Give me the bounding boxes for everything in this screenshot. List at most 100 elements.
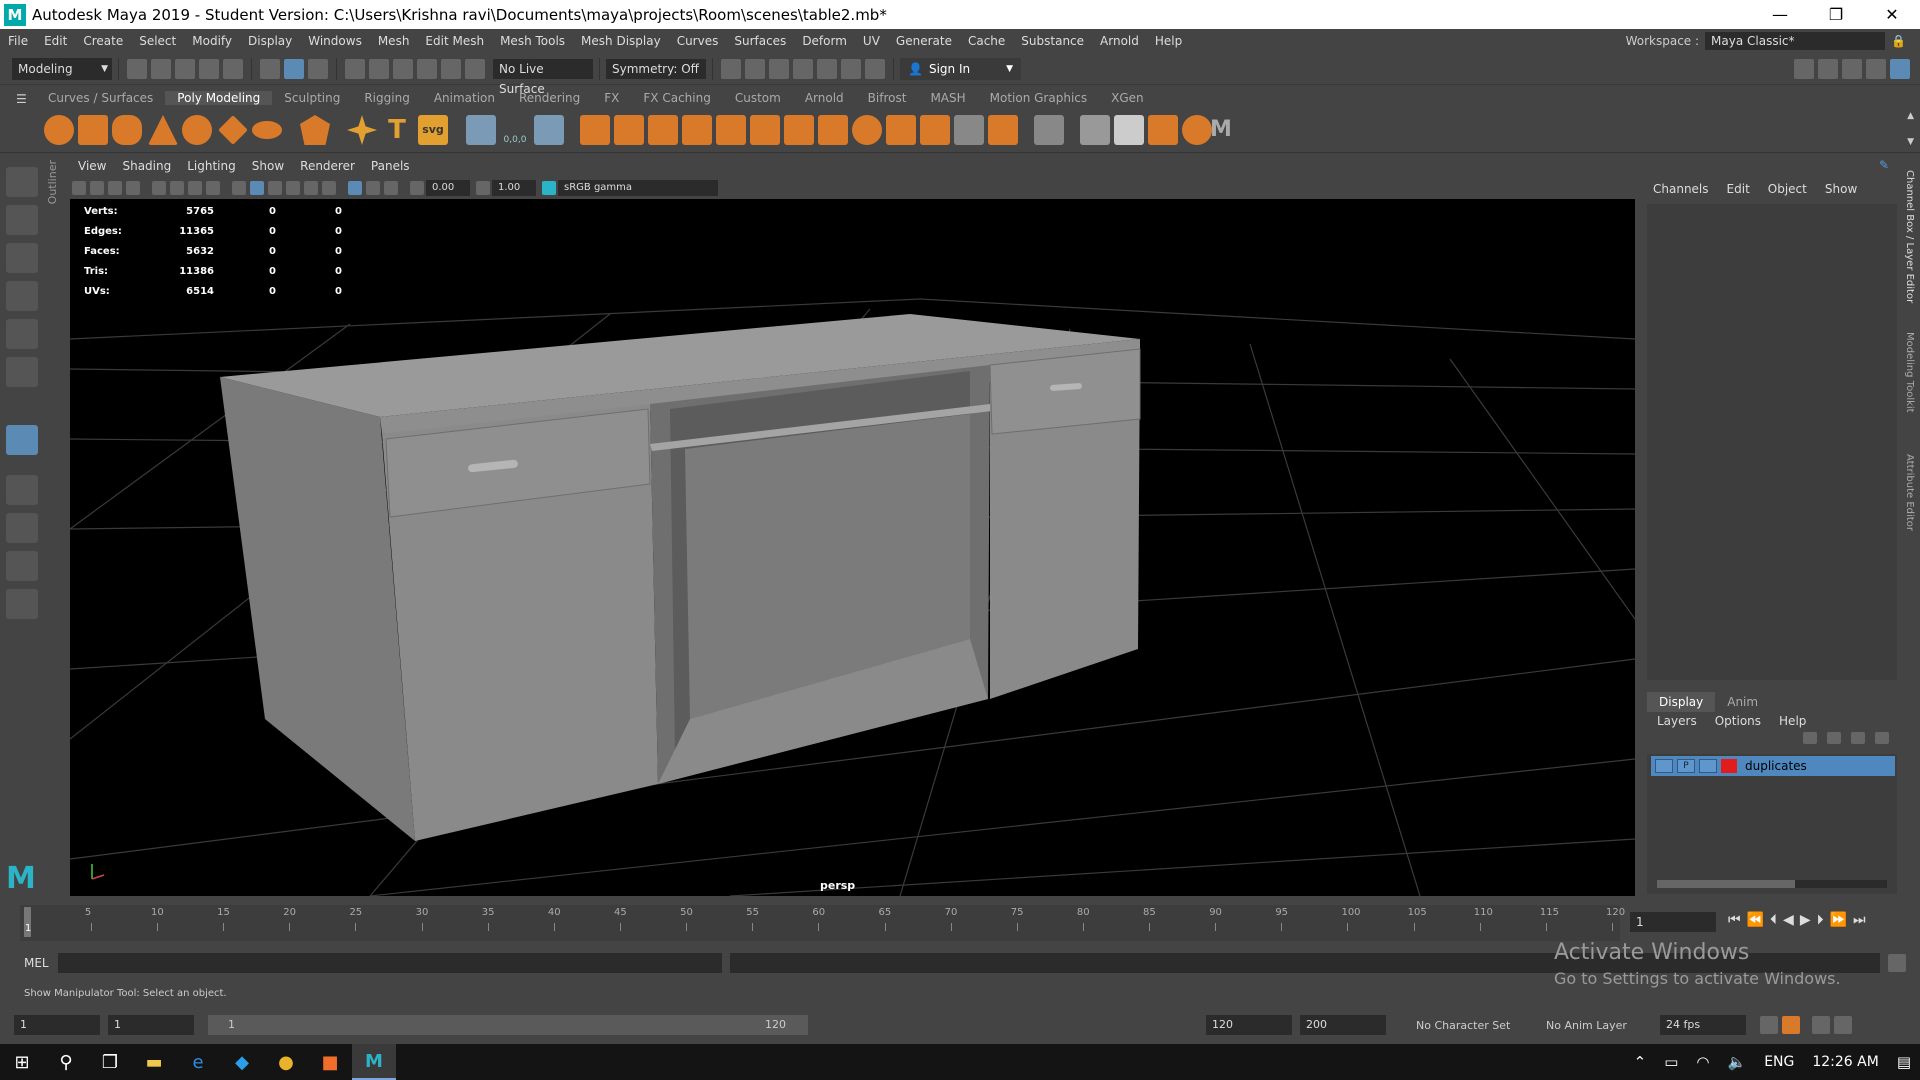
super-shape-icon[interactable]: [347, 115, 377, 145]
poly-sphere-icon[interactable]: [44, 115, 74, 145]
file-explorer-icon[interactable]: ▬: [132, 1044, 176, 1080]
layer-horizontal-scrollbar[interactable]: [1657, 880, 1887, 888]
lock-icon[interactable]: 🔒: [1891, 34, 1906, 48]
channel-box-area[interactable]: [1647, 204, 1897, 680]
object-menu[interactable]: Object: [1768, 182, 1807, 196]
layer-visibility-toggle[interactable]: [1655, 759, 1673, 773]
loop-icon[interactable]: [1760, 1016, 1778, 1034]
smooth-shade-icon[interactable]: [250, 181, 264, 195]
xray-icon[interactable]: [366, 181, 380, 195]
viewport-menu-show[interactable]: Show: [244, 159, 292, 177]
menu-mesh-display[interactable]: Mesh Display: [573, 34, 669, 48]
panel-pin-icon[interactable]: ✎: [1879, 158, 1889, 172]
merge-icon[interactable]: [818, 115, 848, 145]
select-hierarchy-icon[interactable]: [260, 58, 280, 79]
move-layer-up-icon[interactable]: [1803, 732, 1817, 744]
viewport-menu-lighting[interactable]: Lighting: [179, 159, 244, 177]
xray-joints-icon[interactable]: [384, 181, 398, 195]
language-indicator[interactable]: ENG: [1755, 1054, 1803, 1070]
battery-icon[interactable]: ▭: [1655, 1053, 1687, 1071]
menu-display[interactable]: Display: [240, 34, 300, 48]
new-layer-icon[interactable]: [1851, 732, 1865, 744]
menu-select[interactable]: Select: [131, 34, 184, 48]
snap-surface-icon[interactable]: [441, 58, 461, 79]
exposure-field[interactable]: 0.00: [426, 180, 470, 196]
snap-curve-icon[interactable]: [369, 58, 389, 79]
shelf-tab-animation[interactable]: Animation: [422, 91, 507, 105]
shelf-scroll-down-icon[interactable]: ▼: [1907, 137, 1914, 147]
gamma-icon[interactable]: [476, 181, 490, 195]
lasso-tool-icon[interactable]: [6, 205, 38, 235]
shelf-tab-mash[interactable]: MASH: [918, 91, 977, 105]
script-editor-icon[interactable]: [1888, 954, 1906, 972]
menu-set-dropdown[interactable]: Modeling: [12, 57, 112, 80]
layer-editor-icon[interactable]: [1890, 59, 1910, 79]
minimize-button[interactable]: —: [1752, 0, 1808, 29]
paint-select-tool-icon[interactable]: [6, 243, 38, 273]
scale-tool-icon[interactable]: [6, 357, 38, 387]
insert-edge-loop-icon[interactable]: [886, 115, 916, 145]
quad-draw-icon[interactable]: [988, 115, 1018, 145]
exposure-icon[interactable]: [410, 181, 424, 195]
tab-display[interactable]: Display: [1647, 692, 1716, 712]
help-menu[interactable]: Help: [1779, 714, 1806, 728]
attribute-editor-icon[interactable]: [1818, 59, 1838, 79]
options-menu[interactable]: Options: [1715, 714, 1761, 728]
ipr-render-icon[interactable]: [769, 58, 789, 79]
pause-icon[interactable]: [865, 58, 885, 79]
range-slider[interactable]: 1 120: [208, 1015, 808, 1035]
fps-dropdown[interactable]: 24 fps: [1660, 1015, 1746, 1035]
automatic-map-icon[interactable]: [1148, 115, 1178, 145]
layers-menu[interactable]: Layers: [1657, 714, 1697, 728]
tool-settings-icon[interactable]: [1842, 59, 1862, 79]
maya-m-icon[interactable]: M: [1206, 115, 1236, 145]
poly-cone-icon[interactable]: [148, 115, 178, 145]
shelf-tab-arnold[interactable]: Arnold: [793, 91, 856, 105]
move-tool-icon[interactable]: [6, 281, 38, 311]
offset-edge-loop-icon[interactable]: [920, 115, 950, 145]
ambient-occlusion-icon[interactable]: [322, 181, 336, 195]
move-layer-down-icon[interactable]: [1827, 732, 1841, 744]
time-slider[interactable]: 1 5 10 15 20 25 30 35 40 45 50 55 60 65 70 75 80 85 90 95 1…: [20, 905, 1625, 941]
modeling-toolkit-icon[interactable]: [1794, 59, 1814, 79]
maya-taskbar-icon[interactable]: M: [352, 1044, 396, 1080]
viewport-menu-view[interactable]: View: [70, 159, 114, 177]
shelf-tab-bifrost[interactable]: Bifrost: [856, 91, 919, 105]
color-management-icon[interactable]: [542, 181, 556, 195]
shadows-icon[interactable]: [304, 181, 318, 195]
use-all-lights-icon[interactable]: [286, 181, 300, 195]
new-scene-icon[interactable]: [127, 58, 147, 79]
extract-icon[interactable]: [784, 115, 814, 145]
layer-row[interactable]: P duplicates: [1651, 756, 1895, 776]
target-weld-icon[interactable]: [954, 115, 984, 145]
fill-hole-icon[interactable]: [716, 115, 746, 145]
notifications-icon[interactable]: ▤: [1888, 1053, 1920, 1071]
shelf-tab-rigging[interactable]: Rigging: [352, 91, 421, 105]
animation-end-field[interactable]: 200: [1300, 1015, 1386, 1035]
save-scene-icon[interactable]: [175, 58, 195, 79]
shelf-tab-poly-modeling[interactable]: Poly Modeling: [165, 91, 273, 105]
new-layer-selected-icon[interactable]: [1875, 732, 1889, 744]
shelf-tab-curves-surfaces[interactable]: Curves / Surfaces: [36, 91, 165, 105]
live-surface-field[interactable]: No Live Surface: [493, 58, 593, 96]
combine-icon[interactable]: [466, 115, 496, 145]
isolate-select-icon[interactable]: [348, 181, 362, 195]
bridge-icon[interactable]: [648, 115, 678, 145]
step-back-frame-icon[interactable]: ⏴: [1770, 912, 1777, 928]
svg-icon[interactable]: svg: [418, 115, 448, 145]
xampp-icon[interactable]: ■: [308, 1044, 352, 1080]
poly-disc-icon[interactable]: [252, 121, 282, 139]
boolean-icon[interactable]: [750, 115, 780, 145]
poly-torus-icon[interactable]: [182, 115, 212, 145]
render-view-icon[interactable]: [841, 58, 861, 79]
auto-key-icon[interactable]: [1782, 1016, 1800, 1034]
shelf-tab-motion-graphics[interactable]: Motion Graphics: [978, 91, 1100, 105]
sign-in-button[interactable]: 👤 Sign In ▼: [900, 57, 1022, 80]
shelf-tab-xgen[interactable]: XGen: [1099, 91, 1156, 105]
animation-start-field[interactable]: 1: [14, 1015, 100, 1035]
anim-layer-dropdown[interactable]: No Anim Layer: [1546, 1019, 1646, 1032]
image-plane-icon[interactable]: [126, 181, 140, 195]
chrome-icon[interactable]: ●: [264, 1044, 308, 1080]
snap-point-icon[interactable]: [393, 58, 413, 79]
mirror-icon[interactable]: [580, 115, 610, 145]
